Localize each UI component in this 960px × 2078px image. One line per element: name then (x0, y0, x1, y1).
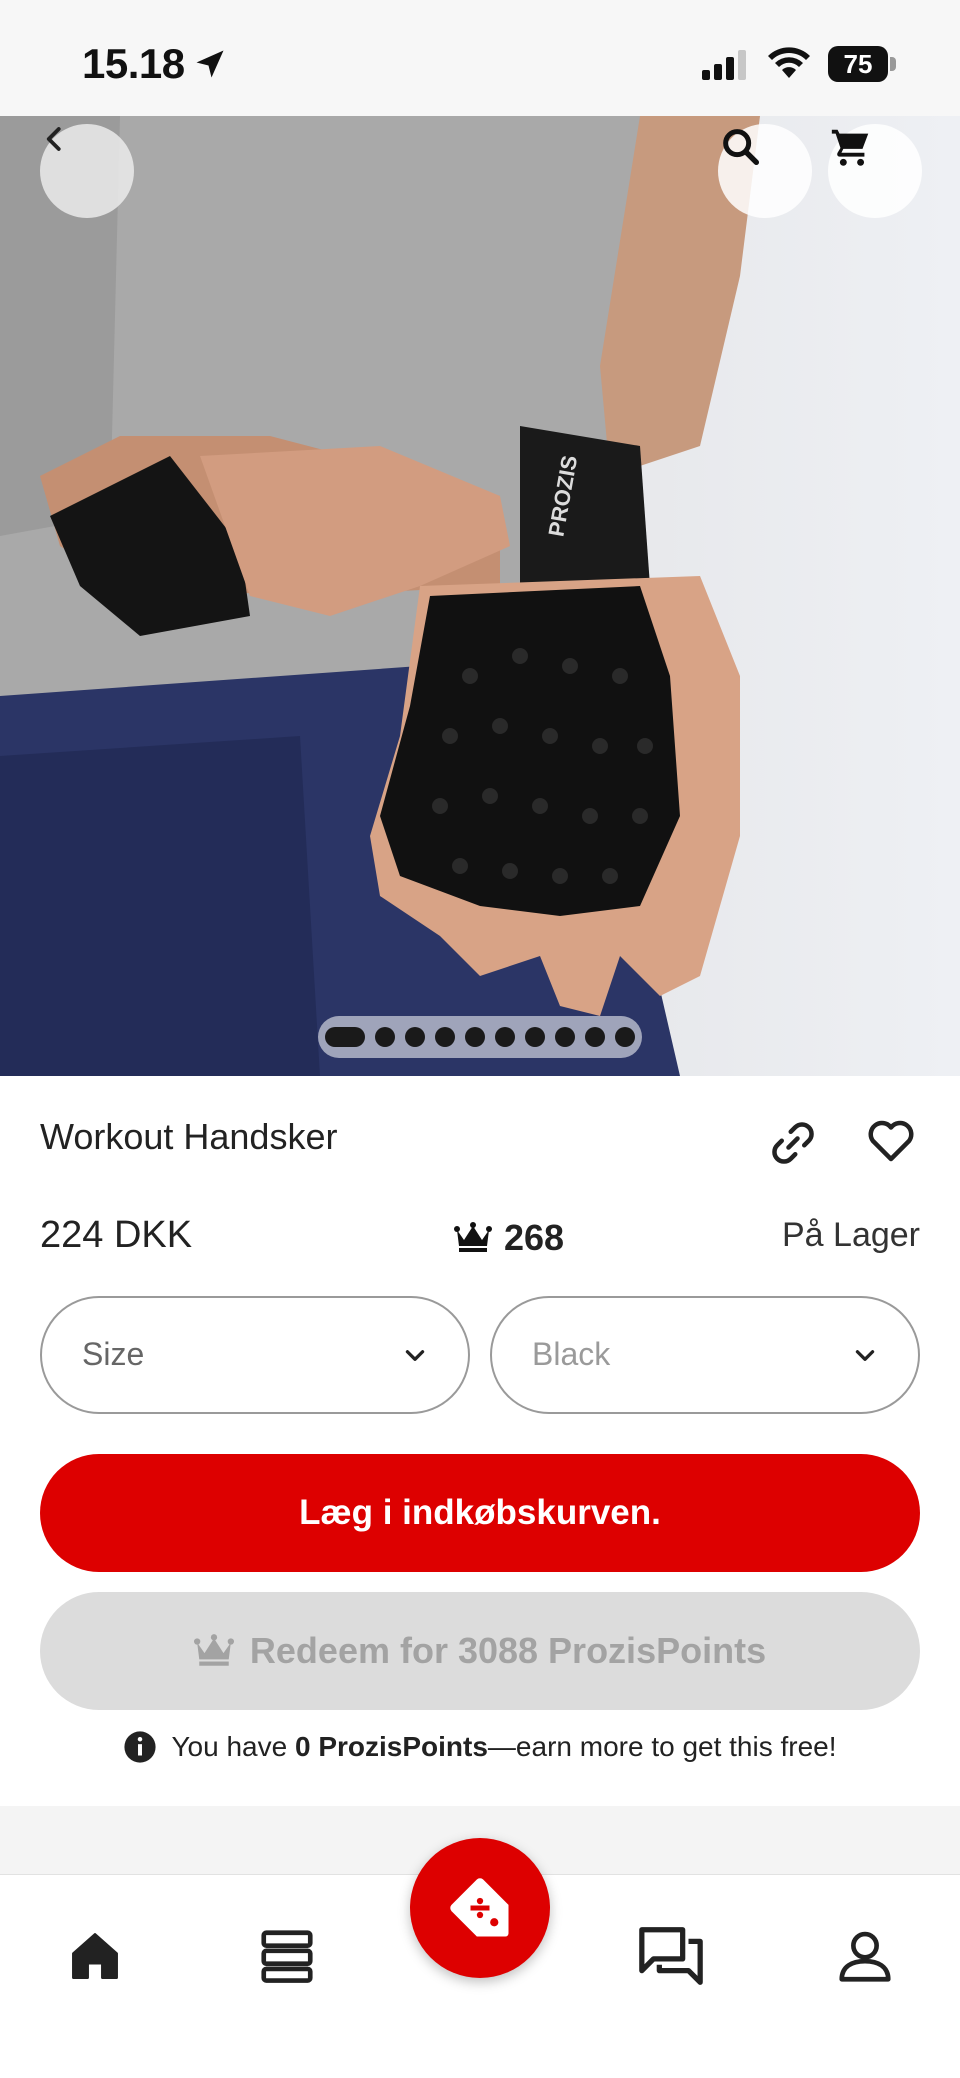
size-select-value: Size (82, 1336, 145, 1372)
chat-icon (639, 1927, 703, 1985)
wifi-icon (768, 47, 810, 78)
info-icon (124, 1731, 157, 1763)
image-pager[interactable] (318, 1016, 642, 1058)
pager-dot-active[interactable] (325, 1027, 365, 1047)
status-bar: 15.18 75 (0, 0, 960, 116)
stock-status: På Lager (782, 1216, 920, 1254)
redeem-label: Redeem for 3088 ProzisPoints (249, 1630, 767, 1671)
points-value: 268 (504, 1217, 565, 1258)
points-earned: 268 (454, 1214, 564, 1262)
product-title: Workout Handsker (40, 1116, 338, 1157)
search-icon (723, 129, 760, 166)
catalog-icon (261, 1930, 313, 1983)
pager-dot[interactable] (405, 1027, 425, 1047)
chevron-down-icon (855, 1350, 875, 1361)
deals-tag-icon (450, 1878, 509, 1937)
product-price: 224 DKK (40, 1214, 193, 1256)
pager-dot[interactable] (615, 1027, 635, 1047)
pager-dot[interactable] (525, 1027, 545, 1047)
pager-dot[interactable] (465, 1027, 485, 1047)
chevron-down-icon (405, 1350, 425, 1361)
nav-home[interactable] (50, 1911, 140, 2001)
product-photo: PROZIS (0, 116, 760, 1076)
nav-deals[interactable] (410, 1838, 550, 1978)
cellular-signal-icon (702, 50, 746, 80)
pager-dot[interactable] (495, 1027, 515, 1047)
cart-icon (831, 129, 869, 166)
back-button[interactable] (40, 124, 134, 218)
color-select[interactable]: Black (490, 1296, 920, 1414)
crown-icon (454, 1222, 492, 1252)
size-select[interactable]: Size (40, 1296, 470, 1414)
color-select-value: Black (532, 1336, 611, 1372)
share-link-icon[interactable] (766, 1116, 820, 1170)
cart-button[interactable] (828, 124, 922, 218)
status-time: 15.18 (82, 40, 185, 87)
add-to-cart-button[interactable]: Læg i indkøbskurven. (40, 1454, 920, 1572)
search-button[interactable] (718, 124, 812, 218)
product-image-carousel[interactable]: PROZIS (0, 116, 960, 1076)
home-icon (72, 1933, 118, 1979)
battery-level: 75 (828, 46, 888, 82)
nav-profile[interactable] (820, 1911, 910, 2001)
nav-catalog[interactable] (242, 1911, 332, 2001)
profile-icon (839, 1931, 891, 1982)
points-balance-note: You have 0 ProzisPoints—earn more to get… (0, 1730, 960, 1764)
product-page: 15.18 75 PROZIS Workout Handsker 224 DKK… (0, 0, 960, 2078)
pager-dot[interactable] (375, 1027, 395, 1047)
crown-icon (193, 1634, 234, 1666)
points-note-text: You have 0 ProzisPoints—earn more to get… (171, 1731, 837, 1762)
location-arrow-icon (196, 50, 224, 78)
pager-dot[interactable] (555, 1027, 575, 1047)
chevron-left-icon (46, 127, 61, 151)
pager-dot[interactable] (435, 1027, 455, 1047)
redeem-points-button[interactable]: Redeem for 3088 ProzisPoints (40, 1592, 920, 1710)
favorite-heart-icon[interactable] (864, 1114, 918, 1168)
nav-messages[interactable] (626, 1911, 716, 2001)
pager-dot[interactable] (585, 1027, 605, 1047)
battery-indicator: 75 (828, 46, 896, 82)
